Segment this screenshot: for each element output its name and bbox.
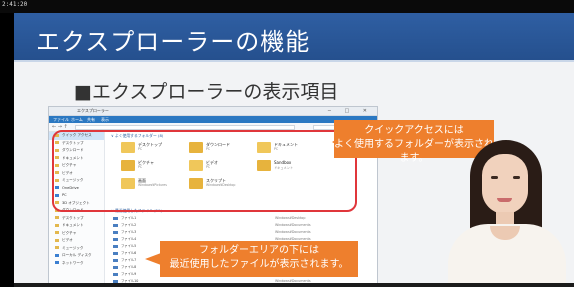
drive-icon [55,253,59,257]
file-name: ファイル3 [121,230,137,234]
callout-line: フォルダーエリアの下には [199,245,319,256]
nav-item: ビデオ [49,237,104,245]
explorer-window-title: エクスプローラー [77,108,109,113]
nav-item-label: デスクトップ [62,215,84,220]
file-icon [113,217,118,220]
window-controls: ─ □ ✕ [327,108,373,114]
folder-icon [55,238,59,242]
file-name: ファイル2 [121,223,137,227]
presenter-eye [491,176,498,179]
file-icon [113,273,118,276]
nav-item-label: ミュージック [62,245,84,250]
presenter-eye [513,176,520,179]
explorer-ribbon: ファイル ホーム 共有 表示 [49,116,377,123]
quick-access-highlight [52,130,357,212]
file-location: Windows¥Documents [275,223,311,227]
nav-item: デスクトップ [49,215,104,223]
folder-icon [55,246,59,249]
network-icon [55,261,59,264]
file-icon [113,224,118,227]
video-bottom-strip [14,283,574,287]
slide-title: エクスプローラーの機能 [36,28,311,56]
folder-icon [55,216,59,219]
file-icon [113,231,118,234]
explorer-titlebar: エクスプローラー ─ □ ✕ [49,107,377,116]
folder-icon [55,231,59,234]
nav-item: ミュージック [49,245,104,253]
nav-item: ピクチャ [49,230,104,238]
file-location: Windows¥Desktop [275,216,306,220]
nav-item-label: ネットワーク [62,260,84,265]
file-name: ファイル6 [121,251,137,255]
slide-subtitle: ■エクスプローラーの表示項目 [74,81,339,103]
title-underline [14,60,574,62]
file-icon [113,238,118,241]
file-name: ファイル9 [121,272,137,276]
callout-tail [145,253,161,265]
file-icon [113,266,118,269]
nav-item-label: ドキュメント [62,223,84,227]
nav-item: ネットワーク [49,260,104,268]
file-icon [113,259,118,262]
file-icon [113,245,118,248]
file-name: ファイル1 [121,216,137,220]
recent-file-row: ファイル1 Windows¥Desktop [107,215,377,222]
nav-item-label: ビデオ [62,238,73,242]
nav-item-label: ピクチャ [62,230,77,235]
file-name: ファイル8 [121,265,137,269]
file-name: ファイル7 [121,258,137,262]
recent-file-row: ファイル3 Windows¥Documents [107,229,377,236]
file-icon [113,252,118,255]
callout-line: 最近使用したファイルが表示されます。 [169,259,349,270]
recent-file-row: ファイル2 Windows¥Documents [107,222,377,229]
slide-title-bar: エクスプローラーの機能 [14,13,574,60]
presenter-face [482,154,528,214]
presenter-mouth [497,198,512,202]
file-name: ファイル4 [121,237,137,241]
video-top-bar: 2:41:20 [0,0,574,13]
folder-icon [55,223,59,227]
nav-item-label: ローカル ディスク [62,253,92,257]
file-name: ファイル5 [121,244,137,248]
video-timecode: 2:41:20 [2,1,28,8]
nav-item: ドキュメント [49,222,104,230]
callout-line: クイックアクセスには [364,125,464,136]
callout-recent-files: フォルダーエリアの下には 最近使用したファイルが表示されます。 [160,241,358,277]
nav-item: ローカル ディスク [49,252,104,260]
presenter-image [436,140,574,287]
file-location: Windows¥Documents [275,230,311,234]
